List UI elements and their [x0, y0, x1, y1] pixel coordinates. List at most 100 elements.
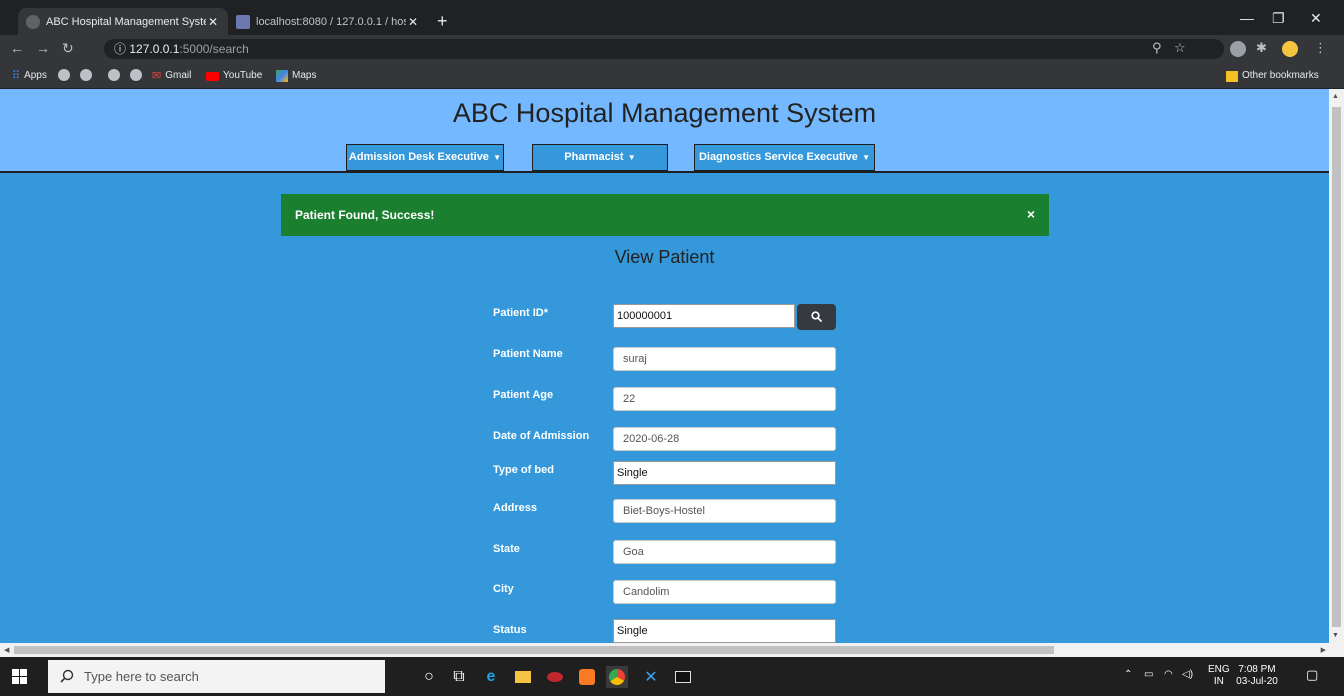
menu-pharmacist[interactable]: Pharmacist ▼ — [532, 144, 668, 171]
label-state: State — [493, 543, 520, 555]
star-icon[interactable]: ☆ — [1174, 41, 1186, 55]
status-field[interactable]: Single — [613, 619, 836, 643]
patient-id-input[interactable]: 100000001 — [613, 304, 795, 328]
tab-title: localhost:8080 / 127.0.0.1 / hospi — [256, 15, 406, 28]
globe-icon — [58, 69, 70, 81]
alert-close-icon[interactable]: × — [1027, 206, 1035, 222]
cortana-icon[interactable]: ○ — [418, 666, 440, 688]
globe-icon — [108, 69, 120, 81]
back-icon[interactable]: ← — [10, 41, 24, 55]
tab-title: ABC Hospital Management Syste — [46, 15, 206, 28]
extensions-icon[interactable]: ✱ — [1256, 41, 1267, 55]
bookmark-4[interactable] — [130, 69, 142, 81]
address-field[interactable]: Biet-Boys-Hostel — [613, 499, 836, 523]
success-alert: Patient Found, Success! × — [281, 194, 1049, 236]
tab-hospital-app[interactable]: ABC Hospital Management Syste ✕ — [18, 8, 228, 35]
forward-icon[interactable]: → — [36, 41, 50, 55]
close-window-icon[interactable]: ✕ — [1310, 10, 1322, 27]
wifi-icon[interactable]: ◠ — [1164, 669, 1173, 681]
language-indicator[interactable]: ENG IN — [1208, 664, 1230, 688]
profile-avatar[interactable] — [1282, 41, 1298, 57]
page-viewport: ABC Hospital Management System Admission… — [0, 89, 1344, 657]
caret-down-icon: ▼ — [859, 153, 871, 162]
vertical-scrollbar[interactable]: ▲ ▼ — [1329, 89, 1344, 643]
search-placeholder: Type here to search — [84, 669, 199, 684]
xampp-icon[interactable] — [576, 666, 598, 688]
clock-time: 7:08 PM — [1238, 664, 1276, 675]
close-tab-icon[interactable]: ✕ — [206, 15, 220, 29]
city-field[interactable]: Candolim — [613, 580, 836, 604]
new-tab-button[interactable]: + — [437, 12, 448, 30]
scrollbar-thumb[interactable] — [1332, 107, 1341, 627]
zoom-icon[interactable]: ⚲ — [1152, 41, 1162, 55]
bookmark-label: Gmail — [165, 70, 192, 81]
alert-message: Patient Found, Success! — [295, 208, 435, 222]
caret-down-icon: ▼ — [490, 153, 502, 162]
label-address: Address — [493, 502, 538, 514]
battery-icon[interactable]: ▭ — [1144, 669, 1153, 681]
app-red-icon[interactable] — [544, 666, 566, 688]
app-title: ABC Hospital Management System — [452, 98, 877, 128]
menu-kebab-icon[interactable]: ⋮ — [1314, 41, 1327, 55]
restore-icon[interactable]: ❐ — [1272, 10, 1285, 27]
url-host: 127.0.0.1 — [129, 42, 180, 56]
label-patient-name: Patient Name — [493, 348, 563, 360]
bookmark-apps[interactable]: ⠿ Apps — [12, 69, 47, 83]
minimize-icon[interactable]: — — [1240, 10, 1254, 26]
phpmyadmin-icon — [236, 14, 250, 29]
vscode-icon[interactable]: ✕ — [640, 666, 662, 688]
windows-start-icon[interactable] — [12, 669, 27, 684]
bookmark-1[interactable] — [58, 69, 70, 81]
chrome-icon[interactable] — [606, 666, 628, 688]
url-path: :5000/search — [179, 42, 249, 56]
type-of-bed-field[interactable]: Single — [613, 461, 836, 485]
edge-icon[interactable]: e — [480, 666, 502, 688]
bookmark-label: Other bookmarks — [1242, 70, 1319, 81]
tab-phpmyadmin[interactable]: localhost:8080 / 127.0.0.1 / hospi ✕ — [228, 8, 428, 35]
state-field[interactable]: Goa — [613, 540, 836, 564]
patient-name-field[interactable]: suraj — [613, 347, 836, 371]
scroll-right-icon[interactable]: ▶ — [1321, 646, 1326, 654]
search-button[interactable] — [797, 304, 836, 330]
search-icon — [60, 669, 74, 683]
bookmark-2[interactable] — [80, 69, 92, 81]
address-bar[interactable]: ⓘ 127.0.0.1:5000/search — [104, 39, 1224, 59]
scroll-left-icon[interactable]: ◀ — [4, 646, 9, 654]
bookmark-maps[interactable]: Maps — [276, 69, 316, 83]
volume-icon[interactable]: ◁) — [1182, 669, 1193, 681]
tray-chevron-icon[interactable]: ⌃ — [1124, 669, 1132, 681]
scroll-down-icon[interactable]: ▼ — [1332, 632, 1339, 639]
clock-date: 03-Jul-20 — [1236, 676, 1278, 687]
apps-grid-icon: ⠿ — [12, 70, 21, 82]
reload-icon[interactable]: ↻ — [62, 41, 74, 55]
scroll-up-icon[interactable]: ▲ — [1332, 93, 1339, 100]
task-view-icon[interactable]: ⧉ — [448, 666, 470, 688]
horizontal-scrollbar[interactable]: ◀ ▶ — [0, 643, 1344, 657]
bookmark-gmail[interactable]: ✉ Gmail — [152, 69, 191, 83]
menu-diagnostics[interactable]: Diagnostics Service Executive ▼ — [694, 144, 875, 171]
bookmark-youtube[interactable]: YouTube — [206, 69, 262, 83]
youtube-icon — [206, 71, 219, 81]
bookmark-other[interactable]: Other bookmarks — [1226, 69, 1319, 83]
section-title: View Patient — [614, 247, 715, 267]
scrollbar-thumb[interactable] — [14, 646, 1054, 654]
globe-icon — [26, 14, 40, 29]
windows-taskbar: Type here to search ○ ⧉ e ✕ ⌃ ▭ ◠ ◁) ENG… — [0, 657, 1344, 696]
label-patient-age: Patient Age — [493, 389, 554, 401]
menu-admission-desk[interactable]: Admission Desk Executive ▼ — [346, 144, 504, 171]
adblock-icon[interactable] — [1230, 41, 1246, 57]
info-icon[interactable]: ⓘ — [114, 42, 126, 56]
patient-age-field[interactable]: 22 — [613, 387, 836, 411]
terminal-icon[interactable] — [672, 666, 694, 688]
date-of-admission-field[interactable]: 2020-06-28 — [613, 427, 836, 451]
close-tab-icon[interactable]: ✕ — [406, 15, 420, 29]
file-explorer-icon[interactable] — [512, 666, 534, 688]
clock[interactable]: 7:08 PM 03-Jul-20 — [1232, 664, 1282, 688]
bookmarks-bar: ⠿ Apps ✉ Gmail YouTube Maps Other bookma… — [0, 63, 1344, 89]
taskbar-search-box[interactable]: Type here to search — [48, 660, 385, 693]
notifications-icon[interactable]: ▢ — [1306, 668, 1318, 681]
bookmark-3[interactable] — [108, 69, 120, 81]
globe-icon — [80, 69, 92, 81]
maps-icon — [276, 70, 288, 82]
gmail-icon: ✉ — [152, 70, 162, 82]
